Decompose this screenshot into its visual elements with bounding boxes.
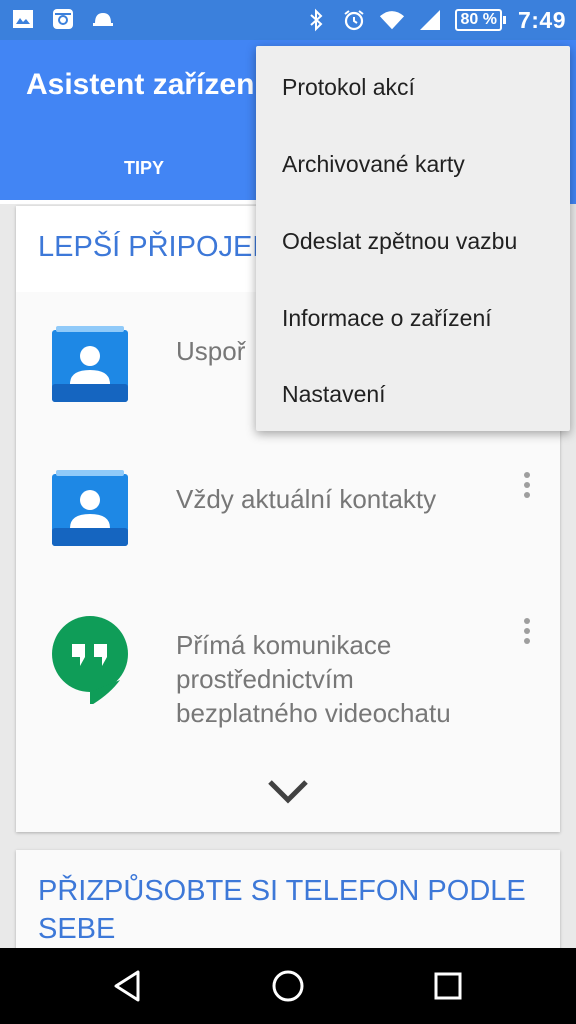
list-item-text: Vždy aktuální kontakty xyxy=(176,484,437,514)
tab-indicator xyxy=(0,200,288,204)
menu-item-action-log[interactable]: Protokol akcí xyxy=(282,74,415,101)
contacts-icon xyxy=(50,322,130,412)
contacts-icon xyxy=(50,466,130,556)
list-item[interactable]: Přímá komunikace prostřednictvím bezplat… xyxy=(16,608,560,738)
menu-item-device-info[interactable]: Informace o zařízení xyxy=(282,305,492,332)
menu-item-send-feedback[interactable]: Odeslat zpětnou vazbu xyxy=(282,228,517,255)
hat-icon xyxy=(90,6,116,32)
home-icon[interactable] xyxy=(270,968,306,1004)
signal-icon xyxy=(417,7,443,33)
chevron-down-icon[interactable] xyxy=(266,776,310,806)
recents-icon[interactable] xyxy=(430,968,466,1004)
battery-indicator: 80 % xyxy=(455,9,506,31)
hangouts-icon xyxy=(50,614,130,706)
list-item[interactable]: Vždy aktuální kontakty xyxy=(16,466,560,566)
card-title: LEPŠÍ PŘIPOJENÍ xyxy=(38,231,282,263)
image-icon xyxy=(10,6,36,32)
status-bar: 80 % 7:49 xyxy=(0,0,576,40)
menu-item-archived-cards[interactable]: Archivované karty xyxy=(282,151,465,178)
battery-tip xyxy=(502,16,506,24)
battery-level: 80 % xyxy=(455,9,502,31)
card-title: PŘIZPŮSOBTE SI TELEFON PODLE SEBE xyxy=(38,875,526,945)
clock: 7:49 xyxy=(517,6,566,33)
customize-card: PŘIZPŮSOBTE SI TELEFON PODLE SEBE xyxy=(16,850,560,950)
bluetooth-icon xyxy=(303,7,329,33)
instagram-icon xyxy=(50,6,76,32)
list-item-text: Uspořádání kontaktních údajů pro... xyxy=(176,336,246,366)
overflow-menu: Protokol akcí Archivované karty Odeslat … xyxy=(256,46,570,431)
alarm-icon xyxy=(341,7,367,33)
more-options-icon[interactable] xyxy=(520,472,534,498)
list-item-text: Přímá komunikace prostřednictvím bezplat… xyxy=(176,630,451,728)
menu-item-settings[interactable]: Nastavení xyxy=(282,381,386,408)
more-options-icon[interactable] xyxy=(520,618,534,644)
tab-tipy[interactable]: TIPY xyxy=(124,158,164,179)
app-title: Asistent zařízení xyxy=(26,68,263,101)
wifi-icon xyxy=(379,7,405,33)
back-icon[interactable] xyxy=(110,968,146,1004)
navigation-bar xyxy=(0,948,576,1024)
